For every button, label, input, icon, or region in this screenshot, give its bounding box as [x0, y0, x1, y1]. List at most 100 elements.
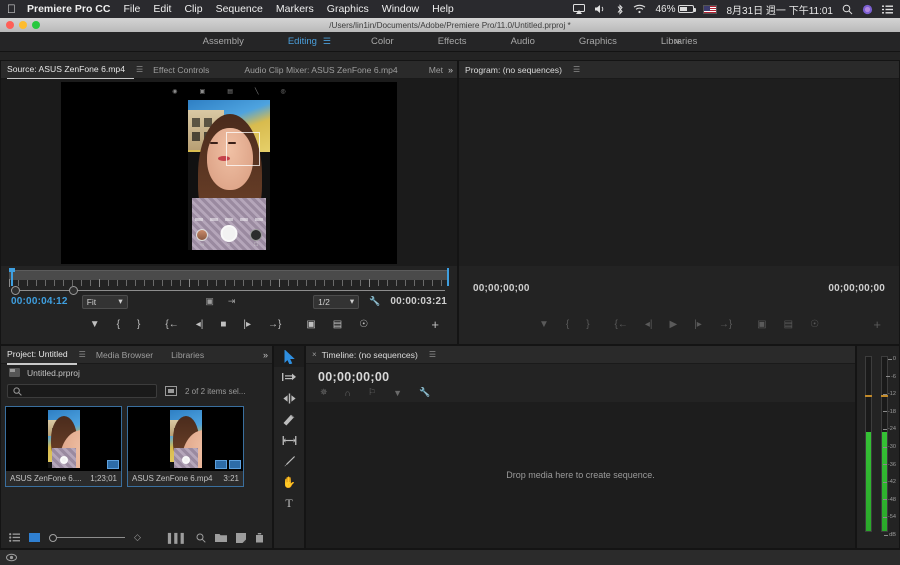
scrubber-playhead[interactable]	[9, 268, 15, 286]
hand-tool[interactable]: ✋	[274, 472, 304, 493]
menu-graphics[interactable]: Graphics	[327, 3, 369, 15]
mark-out-icon[interactable]: }	[586, 319, 589, 330]
app-name-menu[interactable]: Premiere Pro CC	[27, 3, 110, 15]
tab-media-browser[interactable]: Media Browser	[96, 346, 162, 364]
list-item[interactable]: ASUS ZenFone 6.mp4 3:21	[127, 406, 244, 487]
close-icon[interactable]: ×	[312, 350, 317, 359]
step-back-icon[interactable]: ◂|	[196, 319, 204, 330]
thumbnail-zoom-slider[interactable]	[49, 533, 125, 542]
scrubber-zoom-bar[interactable]	[9, 286, 451, 295]
program-playhead-timecode[interactable]: 00;00;00;00	[473, 283, 530, 294]
zoom-handle-right[interactable]	[69, 286, 78, 295]
delete-icon[interactable]	[255, 532, 264, 543]
go-to-in-icon[interactable]: {←	[615, 319, 628, 330]
menu-help[interactable]: Help	[432, 3, 454, 15]
us-flag-icon[interactable]	[703, 4, 718, 14]
project-tabs-overflow-icon[interactable]: »	[263, 350, 268, 360]
go-to-out-icon[interactable]: →}	[719, 319, 732, 330]
tab-audio-clip-mixer[interactable]: Audio Clip Mixer: ASUS ZenFone 6.mp4	[218, 61, 406, 79]
workspace-assembly[interactable]: Assembly	[181, 32, 266, 52]
icon-view-icon[interactable]	[29, 533, 40, 542]
tab-effect-controls[interactable]: Effect Controls	[153, 61, 218, 79]
volume-icon[interactable]	[594, 4, 607, 14]
timeline-panel-menu-icon[interactable]: ☰	[429, 350, 436, 359]
siri-icon[interactable]	[862, 4, 873, 15]
mark-out-icon[interactable]: }	[137, 319, 140, 330]
tab-project[interactable]: Project: Untitled	[7, 345, 77, 365]
workspace-editing[interactable]: Editing	[266, 32, 323, 52]
filter-bin-icon[interactable]	[165, 386, 177, 396]
timeline-display-icon[interactable]: ▼	[393, 388, 402, 398]
notification-center-icon[interactable]	[882, 5, 893, 14]
source-tabs-overflow-icon[interactable]: »	[448, 65, 453, 75]
settings-grid-icon[interactable]: ▣	[205, 296, 214, 307]
razor-tool[interactable]	[274, 409, 304, 430]
pen-tool[interactable]	[274, 451, 304, 472]
source-scrubber[interactable]	[1, 266, 457, 295]
export-frame-icon[interactable]: ☉	[359, 319, 368, 330]
menu-window[interactable]: Window	[382, 3, 419, 15]
list-item[interactable]: ASUS ZenFone 6.... 1;23;01	[5, 406, 122, 487]
timeline-playhead-timecode[interactable]: 00;00;00;00	[306, 364, 855, 386]
insert-icon[interactable]: ▣	[306, 319, 315, 330]
mark-in-icon[interactable]: {	[117, 319, 120, 330]
wrench-icon[interactable]: 🔧	[369, 296, 380, 307]
menu-file[interactable]: File	[123, 3, 140, 15]
apple-icon[interactable]: 	[7, 3, 16, 15]
program-video-stage[interactable]	[459, 79, 899, 266]
timeline-drop-hint[interactable]: Drop media here to create sequence.	[306, 402, 855, 548]
zoom-handle-left[interactable]	[11, 286, 20, 295]
add-marker-icon[interactable]: ▼	[539, 319, 549, 330]
search-input[interactable]	[7, 384, 157, 398]
workspace-menu-icon[interactable]: ☰	[323, 36, 349, 47]
go-to-out-icon[interactable]: →}	[268, 319, 281, 330]
program-panel-menu-icon[interactable]: ☰	[573, 65, 580, 74]
menu-sequence[interactable]: Sequence	[216, 3, 263, 15]
play-stop-icon[interactable]: ■	[220, 319, 226, 330]
button-editor-icon[interactable]: +	[431, 317, 439, 332]
go-to-in-icon[interactable]: {←	[165, 319, 178, 330]
overwrite-icon[interactable]: ▤	[333, 319, 342, 330]
drag-handle-icon[interactable]	[6, 553, 17, 562]
tab-program[interactable]: Program: (no sequences)	[465, 61, 571, 79]
export-frame-icon[interactable]: ☉	[810, 319, 819, 330]
tab-libraries[interactable]: Libraries	[162, 346, 213, 364]
add-marker-icon[interactable]: ▼	[90, 319, 100, 330]
airplay-icon[interactable]	[573, 4, 586, 14]
play-icon[interactable]: ▶	[670, 319, 678, 330]
type-tool[interactable]: T	[274, 493, 304, 514]
button-editor-icon[interactable]: +	[873, 317, 881, 332]
tab-source[interactable]: Source: ASUS ZenFone 6.mp4	[7, 60, 134, 80]
source-panel-menu-icon[interactable]: ☰	[136, 65, 143, 74]
workspace-graphics[interactable]: Graphics	[557, 32, 639, 52]
workspace-effects[interactable]: Effects	[416, 32, 489, 52]
battery-status[interactable]: 46%	[655, 4, 697, 15]
workspace-overflow-icon[interactable]: »	[674, 36, 680, 47]
snap-icon[interactable]: ✵	[320, 387, 328, 398]
source-playhead-timecode[interactable]: 00:00:04:12	[11, 296, 68, 307]
clock-datetime[interactable]: 8月31日 週一 下午11:01	[726, 2, 833, 17]
drag-video-only-icon[interactable]: ⇥	[228, 296, 236, 307]
automate-to-sequence-icon[interactable]: ▌▌▌	[168, 533, 187, 543]
menu-edit[interactable]: Edit	[153, 3, 171, 15]
wifi-icon[interactable]	[633, 4, 646, 14]
source-video-stage[interactable]: ◉ ▣ ▤ ╲ ◎ ◅ ○ ☐	[1, 79, 457, 266]
step-forward-icon[interactable]: |▸	[243, 319, 251, 330]
menu-clip[interactable]: Clip	[184, 3, 202, 15]
slip-tool[interactable]	[274, 430, 304, 451]
workspace-audio[interactable]: Audio	[489, 32, 557, 52]
audio-meter-columns[interactable]: 0 -6 -12 -18 -24 -30 -36 -42 -48 -54 dB	[857, 346, 899, 548]
mark-in-icon[interactable]: {	[566, 319, 569, 330]
tab-timeline[interactable]: Timeline: (no sequences)	[322, 346, 427, 364]
track-select-forward-tool[interactable]	[274, 367, 304, 388]
find-icon[interactable]	[196, 533, 206, 543]
playback-resolution-select[interactable]: 1/2 ▾	[313, 294, 360, 309]
new-bin-icon[interactable]	[215, 533, 227, 542]
search-icon[interactable]	[842, 4, 853, 15]
selection-tool[interactable]	[274, 346, 304, 367]
project-root-row[interactable]: Untitled.prproj	[1, 364, 272, 381]
linked-selection-icon[interactable]: ∩	[345, 388, 351, 398]
workspace-color[interactable]: Color	[349, 32, 416, 52]
fit-zoom-select[interactable]: Fit ▾	[81, 294, 128, 309]
bluetooth-icon[interactable]	[616, 3, 624, 15]
